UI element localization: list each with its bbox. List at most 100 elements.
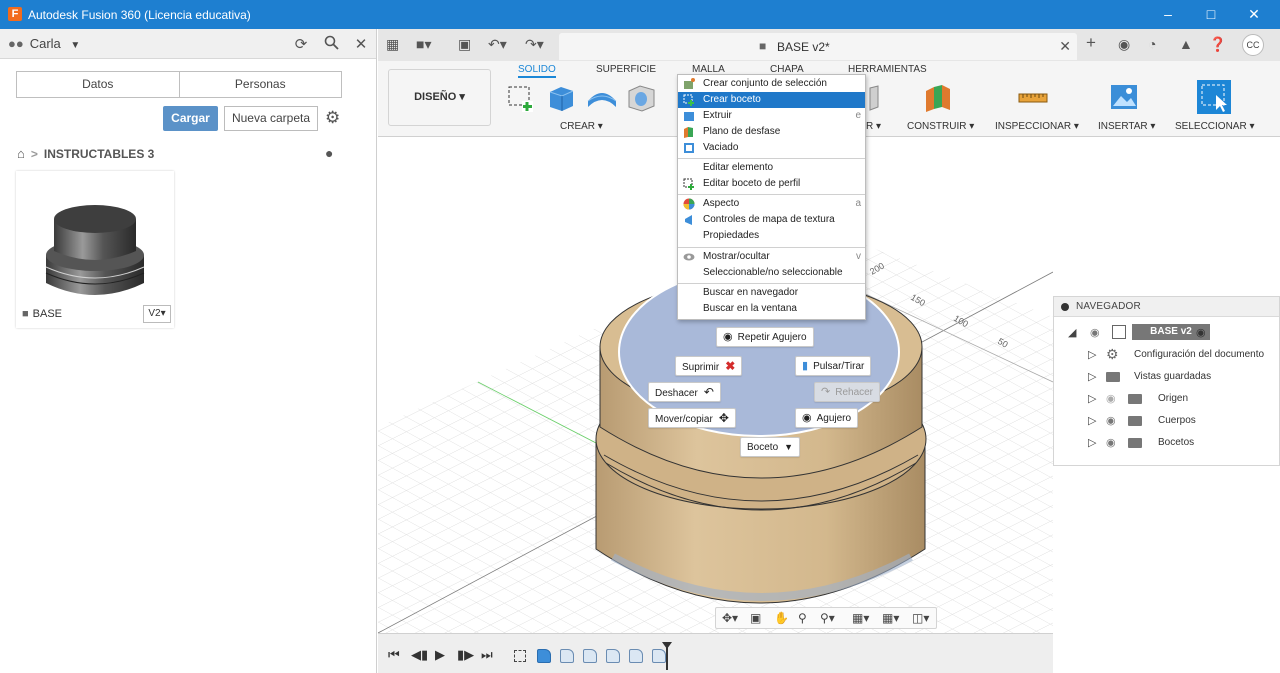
menu-item-offset-plane[interactable]: Plano de desfase <box>678 124 865 140</box>
user-selector[interactable]: ●● Carla ▼ <box>8 36 80 51</box>
timeline-feature-icon[interactable] <box>583 649 597 663</box>
tab-superficie[interactable]: SUPERFICIE <box>596 64 656 75</box>
home-icon[interactable]: ⌂ <box>17 146 25 161</box>
minimize-icon[interactable]: – <box>1153 4 1183 24</box>
menu-item-show-hide[interactable]: Mostrar/ocultar v <box>678 249 865 265</box>
navigator-item[interactable]: ▷ ◉ Origen <box>1054 389 1279 409</box>
account-avatar[interactable]: CC <box>1242 34 1264 56</box>
navigator-item[interactable]: ▷ Vistas guardadas <box>1054 367 1279 387</box>
menu-item-edit-profile-sketch[interactable]: Editar boceto de perfil <box>678 176 865 192</box>
display-settings-icon[interactable]: ▦▾ <box>852 611 869 625</box>
go-to-end-icon[interactable]: ⏭ <box>481 647 493 663</box>
delete-button[interactable]: Suprimir ✖ <box>675 356 743 376</box>
breadcrumb-folder[interactable]: INSTRUCTABLES 3 <box>44 147 154 161</box>
eye-icon[interactable]: ◉ <box>1106 414 1116 427</box>
grid-settings-icon[interactable]: ▦▾ <box>882 611 899 625</box>
menu-item-texture-map-controls[interactable]: Controles de mapa de textura <box>678 212 865 228</box>
timeline-feature-icon[interactable] <box>629 649 643 663</box>
notifications-icon[interactable]: ▲ <box>1179 36 1193 52</box>
pan-hand-icon[interactable]: ✋ <box>774 611 789 625</box>
group-construir[interactable]: CONSTRUIR ▾ <box>907 121 974 132</box>
zoom-icon[interactable]: ⚲ <box>798 611 807 625</box>
grid-menu-icon[interactable]: ▦ <box>386 36 399 53</box>
timeline-sketch-icon[interactable] <box>514 650 526 662</box>
close-tab-icon[interactable]: ✕ <box>1059 38 1071 55</box>
navigator-item[interactable]: ▷ ◉ Bocetos <box>1054 433 1279 453</box>
menu-item-find-in-window[interactable]: Buscar en la ventana <box>678 301 865 317</box>
timeline-marker-head[interactable] <box>662 642 672 649</box>
group-inspeccionar[interactable]: INSPECCIONAR ▾ <box>995 121 1079 132</box>
file-menu-icon[interactable]: ■▾ <box>416 36 431 53</box>
close-panel-icon[interactable]: ✕ <box>352 35 370 53</box>
look-at-icon[interactable]: ▣ <box>750 611 761 625</box>
play-icon[interactable]: ▶ <box>435 647 445 663</box>
tab-datos[interactable]: Datos <box>17 72 179 97</box>
group-crear[interactable]: CREAR ▾ <box>560 121 603 132</box>
new-tab-icon[interactable]: + <box>1086 33 1096 53</box>
save-icon[interactable]: ▣ <box>458 36 471 53</box>
select-icon[interactable] <box>1196 79 1232 115</box>
refresh-icon[interactable]: ⟳ <box>292 35 310 53</box>
menu-item-create-sketch[interactable]: Crear boceto <box>678 92 865 108</box>
move-copy-button[interactable]: Mover/copiar ✥ <box>648 408 736 428</box>
fit-icon[interactable]: ⚲▾ <box>820 611 835 625</box>
timeline-extrude-icon[interactable] <box>537 649 551 663</box>
eye-icon[interactable]: ◉ <box>1106 436 1116 449</box>
group-insertar[interactable]: INSERTAR ▾ <box>1098 121 1155 132</box>
extensions-icon[interactable]: ◉ <box>1118 36 1130 53</box>
step-forward-icon[interactable]: ▮▶ <box>457 647 474 663</box>
eye-hidden-icon[interactable]: ◉ <box>1106 392 1116 405</box>
step-back-icon[interactable]: ◀▮ <box>411 647 428 663</box>
sketch-dropdown-button[interactable]: Boceto ▼ <box>740 437 801 457</box>
undo-icon[interactable]: ↶▾ <box>488 36 507 53</box>
hole-button[interactable]: ◉ Agujero <box>795 408 859 428</box>
close-window-icon[interactable]: ✕ <box>1239 4 1269 24</box>
job-status-icon[interactable]: ◔ <box>1148 36 1156 52</box>
expand-triangle-icon[interactable]: ▷ <box>1088 436 1096 449</box>
menu-item-find-in-browser[interactable]: Buscar en navegador <box>678 285 865 301</box>
menu-item-selectable[interactable]: Seleccionable/no seleccionable <box>678 265 865 281</box>
hole-icon[interactable] <box>626 83 656 113</box>
group-modificar[interactable]: R ▾ <box>866 121 881 132</box>
press-pull-button[interactable]: ▮ Pulsar/Tirar <box>795 356 872 376</box>
expand-triangle-icon[interactable]: ▷ <box>1088 392 1096 405</box>
eye-icon[interactable]: ◉ <box>1090 326 1100 339</box>
timeline-feature-icon[interactable] <box>606 649 620 663</box>
timeline-feature-icon[interactable] <box>652 649 666 663</box>
undo-button[interactable]: Deshacer ↶ <box>648 382 721 402</box>
menu-item-appearance[interactable]: Aspecto a <box>678 196 865 212</box>
navigator-item[interactable]: ▷ ◉ Cuerpos <box>1054 411 1279 431</box>
menu-item-extrude[interactable]: Extruir e <box>678 108 865 124</box>
menu-item-create-selection-set[interactable]: Crear conjunto de selección <box>678 76 865 92</box>
help-icon[interactable]: ❓ <box>1209 36 1226 53</box>
search-icon[interactable] <box>322 35 340 54</box>
revolve-icon[interactable] <box>586 83 618 113</box>
modify-icon[interactable] <box>868 85 880 111</box>
navigator-item[interactable]: ▷ ⚙ Configuración del documento <box>1054 345 1279 365</box>
extrude-box-icon[interactable] <box>546 83 576 113</box>
orbit-icon[interactable]: ✥▾ <box>722 611 738 625</box>
navigator-root[interactable]: ◢ ◉ BASE v2 ◉ <box>1054 323 1279 343</box>
globe-icon[interactable]: ● <box>325 145 333 161</box>
menu-item-edit-feature[interactable]: Editar elemento <box>678 160 865 176</box>
tab-personas[interactable]: Personas <box>178 72 342 97</box>
collapse-triangle-icon[interactable]: ◢ <box>1068 326 1076 339</box>
redo-icon[interactable]: ↷▾ <box>525 36 544 53</box>
expand-triangle-icon[interactable]: ▷ <box>1088 370 1096 383</box>
file-card[interactable]: ■ BASE V2▾ <box>16 171 174 328</box>
measure-icon[interactable] <box>1018 89 1048 107</box>
menu-item-properties[interactable]: Propiedades <box>678 228 865 244</box>
insert-image-icon[interactable] <box>1110 83 1138 111</box>
maximize-icon[interactable]: □ <box>1196 4 1226 24</box>
repeat-hole-button[interactable]: ◉ Repetir Agujero <box>716 327 814 347</box>
new-folder-button[interactable]: Nueva carpeta <box>224 106 318 131</box>
gear-icon[interactable]: ⚙ <box>325 108 340 128</box>
group-seleccionar[interactable]: SELECCIONAR ▾ <box>1175 121 1254 132</box>
activate-radio-icon[interactable]: ◉ <box>1196 326 1206 339</box>
timeline-feature-icon[interactable] <box>560 649 574 663</box>
collapse-icon[interactable] <box>1061 303 1069 311</box>
tab-solido[interactable]: SOLIDO <box>518 64 556 78</box>
construct-plane-icon[interactable] <box>923 83 953 113</box>
viewports-icon[interactable]: ◫▾ <box>912 611 929 625</box>
go-to-start-icon[interactable]: ⏮ <box>388 647 400 663</box>
